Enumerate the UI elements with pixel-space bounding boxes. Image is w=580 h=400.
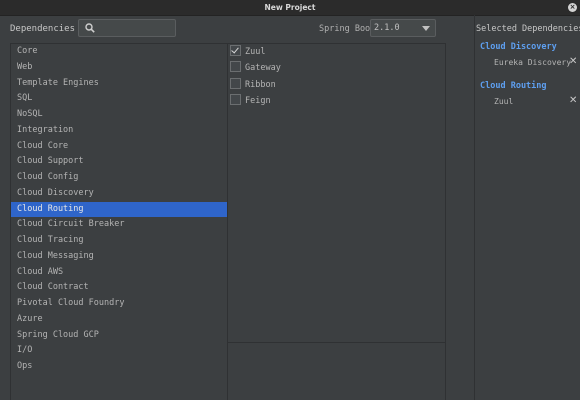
- selected-group-title: Cloud Routing: [480, 81, 547, 91]
- spring-boot-version-value: 2.1.0: [374, 23, 400, 33]
- remove-dependency-icon[interactable]: ✕: [569, 57, 577, 67]
- dependency-item-gateway[interactable]: Gateway: [228, 60, 445, 76]
- category-item-nosql[interactable]: NoSQL: [11, 107, 227, 123]
- category-item-pivotal-cloud-foundry[interactable]: Pivotal Cloud Foundry: [11, 296, 227, 312]
- dependency-checkbox[interactable]: [230, 45, 241, 56]
- category-item-cloud-core[interactable]: Cloud Core: [11, 139, 227, 155]
- search-input[interactable]: [99, 22, 177, 36]
- category-item-cloud-contract[interactable]: Cloud Contract: [11, 280, 227, 296]
- dependency-list: Zuul Gateway Ribbon Feign: [228, 43, 446, 400]
- dependency-search[interactable]: [78, 19, 177, 37]
- close-window-button[interactable]: ×: [568, 3, 577, 12]
- selected-dependencies-header: Selected Dependencies: [476, 24, 580, 34]
- window-title: New Project: [264, 3, 316, 12]
- dependency-item-zuul[interactable]: Zuul: [228, 44, 445, 60]
- selected-dependency-item: Eureka Discovery: [494, 58, 572, 67]
- category-item-template-engines[interactable]: Template Engines: [11, 76, 227, 92]
- selected-dependencies-panel: Selected Dependencies Cloud Discovery Eur…: [474, 15, 580, 400]
- dependency-checkbox[interactable]: [230, 77, 241, 89]
- category-item-cloud-messaging[interactable]: Cloud Messaging: [11, 249, 227, 265]
- category-item-cloud-circuit-breaker[interactable]: Cloud Circuit Breaker: [11, 217, 227, 233]
- dependencies-label: Dependencies: [10, 24, 76, 34]
- dependency-label: Ribbon: [245, 79, 276, 90]
- category-item-cloud-support[interactable]: Cloud Support: [11, 154, 227, 170]
- category-item-cloud-config[interactable]: Cloud Config: [11, 170, 227, 186]
- category-item-cloud-routing[interactable]: Cloud Routing: [11, 201, 227, 218]
- chevron-down-icon: [422, 26, 430, 31]
- spring-boot-version-select[interactable]: 2.1.0: [370, 19, 436, 37]
- dependency-item-feign[interactable]: Feign: [228, 93, 445, 109]
- category-item-i-o[interactable]: I/O: [11, 343, 227, 359]
- category-item-core[interactable]: Core: [11, 44, 227, 60]
- category-list[interactable]: Core Web Template Engines SQL NoSQL Integrati…: [10, 43, 228, 400]
- dependency-checkbox[interactable]: [230, 93, 241, 105]
- category-item-cloud-aws[interactable]: Cloud AWS: [11, 265, 227, 281]
- title-bar: New Project ×: [0, 0, 580, 16]
- dependency-label: Gateway: [245, 63, 281, 74]
- selected-dependency-item: Zuul: [494, 97, 514, 106]
- dependency-item-ribbon[interactable]: Ribbon: [228, 77, 445, 93]
- category-item-integration[interactable]: Integration: [11, 123, 227, 139]
- category-item-sql[interactable]: SQL: [11, 91, 227, 107]
- dependency-label: Feign: [245, 95, 271, 106]
- category-item-cloud-discovery[interactable]: Cloud Discovery: [11, 186, 227, 202]
- category-item-ops[interactable]: Ops: [11, 359, 227, 375]
- remove-dependency-icon[interactable]: ✕: [569, 96, 577, 106]
- search-icon: [85, 23, 95, 33]
- selected-group-title: Cloud Discovery: [480, 42, 557, 52]
- category-item-web[interactable]: Web: [11, 60, 227, 76]
- dependency-checkbox[interactable]: [230, 61, 241, 73]
- spring-boot-label: Spring Boot: [319, 24, 376, 34]
- category-item-cloud-tracing[interactable]: Cloud Tracing: [11, 233, 227, 249]
- dependency-label: Zuul: [245, 47, 266, 57]
- category-item-spring-cloud-gcp[interactable]: Spring Cloud GCP: [11, 328, 227, 344]
- dependency-description-divider: [228, 342, 445, 343]
- category-item-azure[interactable]: Azure: [11, 312, 227, 328]
